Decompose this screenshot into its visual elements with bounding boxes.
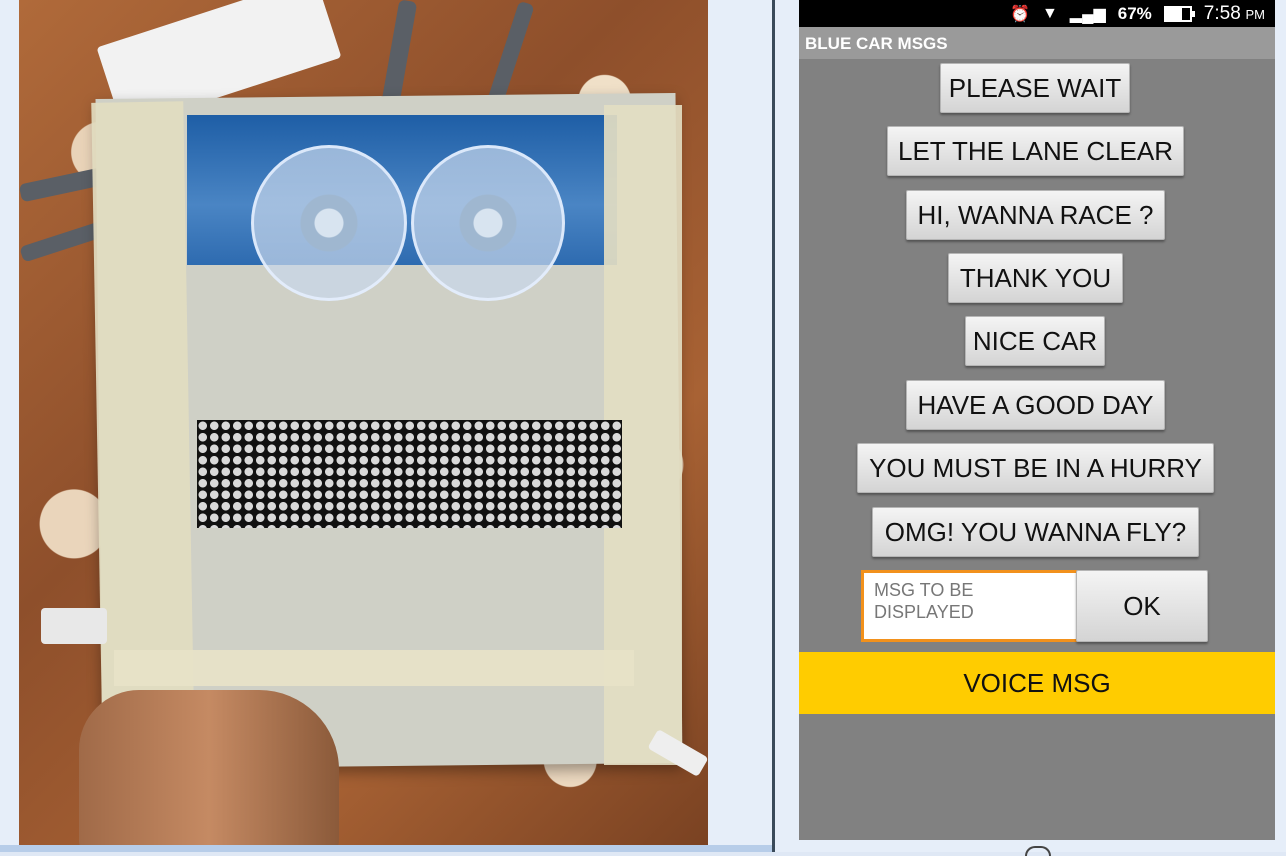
wifi-icon: ▼ — [1041, 4, 1058, 22]
voice-msg-button[interactable]: VOICE MSG — [799, 652, 1275, 714]
msg-button-please-wait[interactable]: PLEASE WAIT — [940, 63, 1130, 113]
photo-led-display-box — [19, 0, 708, 845]
msg-button-omg-you-wanna-fly[interactable]: OMG! YOU WANNA FLY? — [872, 507, 1199, 557]
bottom-strip — [0, 845, 772, 852]
app-title: BLUE CAR MSGS — [805, 34, 948, 53]
phone-screen: ⏰ ▼ ▂▄▆ 67% 7:58 PM BLUE CAR MSGS PLEASE… — [799, 0, 1275, 840]
ultrasonic-sensor-left — [251, 145, 407, 301]
msg-button-have-a-good-day[interactable]: HAVE A GOOD DAY — [906, 380, 1165, 430]
msg-button-nice-car[interactable]: NICE CAR — [965, 316, 1105, 366]
signal-icon: ▂▄▆ — [1069, 5, 1106, 23]
ultrasonic-sensor-right — [411, 145, 565, 301]
battery-fill — [1165, 7, 1182, 20]
msg-input-field[interactable]: MSG TO BE DISPLAYED — [861, 570, 1091, 642]
alarm-icon: ⏰ — [1010, 5, 1030, 23]
app-title-bar: BLUE CAR MSGS — [799, 27, 1275, 59]
tape-strip — [114, 650, 634, 686]
battery-icon — [1163, 5, 1195, 22]
msg-button-let-the-lane-clear[interactable]: LET THE LANE CLEAR — [887, 126, 1184, 176]
msg-button-thank-you[interactable]: THANK YOU — [948, 253, 1123, 303]
photo-panel — [0, 0, 772, 852]
status-bar: ⏰ ▼ ▂▄▆ 67% 7:58 PM — [799, 0, 1275, 27]
led-matrix-display — [197, 420, 622, 528]
clock-time: 7:58 — [1203, 2, 1241, 24]
usb-connector — [41, 608, 107, 644]
clock-ampm: PM — [1245, 6, 1266, 22]
msg-button-hi-wanna-race[interactable]: HI, WANNA RACE ? — [906, 190, 1165, 240]
home-nav-indicator[interactable] — [1025, 846, 1051, 856]
hand — [79, 690, 339, 845]
ok-button[interactable]: OK — [1076, 570, 1208, 642]
msg-button-you-must-be-in-a-hurry[interactable]: YOU MUST BE IN A HURRY — [857, 443, 1214, 493]
battery-percent: 67% — [1117, 3, 1152, 23]
